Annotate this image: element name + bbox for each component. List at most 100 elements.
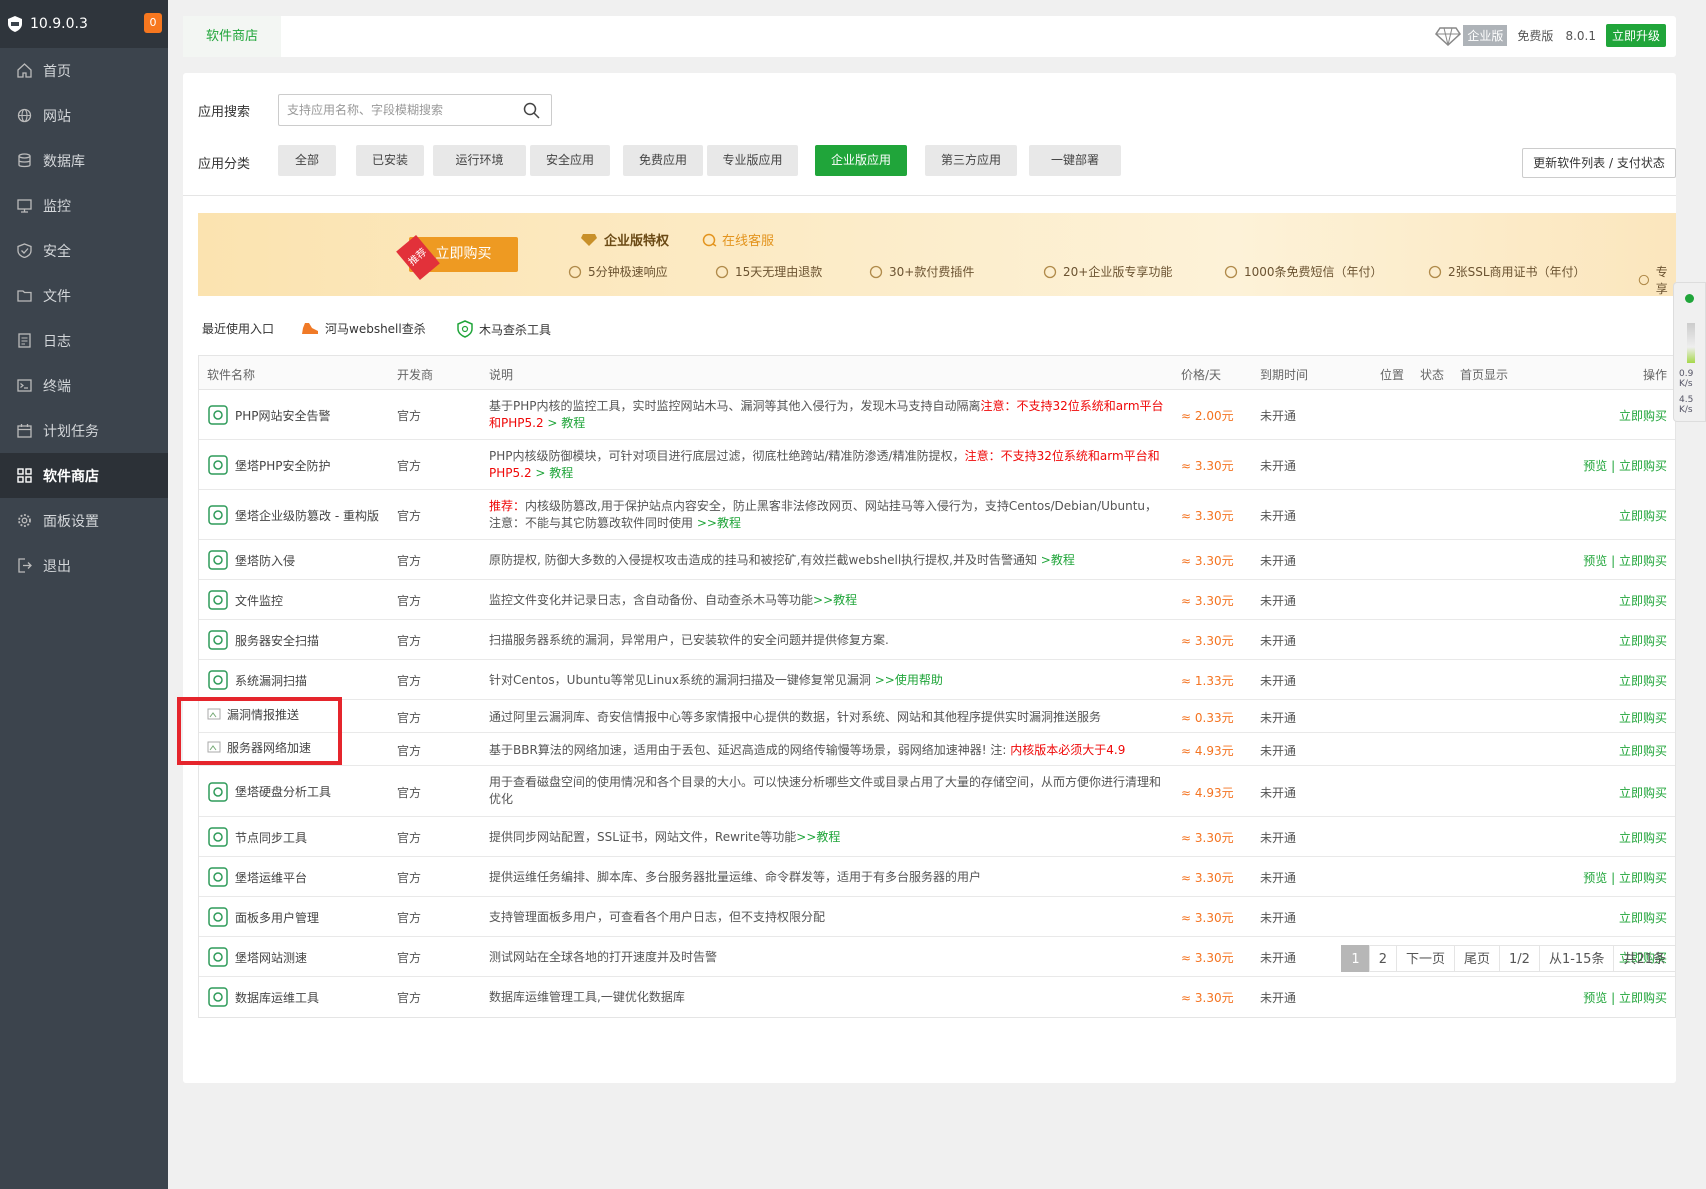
tab-software-store[interactable]: 软件商店 xyxy=(183,16,281,57)
preview-link[interactable]: 预览 | xyxy=(1583,871,1619,885)
pager-item[interactable]: 下一页 xyxy=(1395,945,1455,972)
sidebar-item-1[interactable]: 网站 xyxy=(0,93,168,138)
recent-item-trojan[interactable]: 木马查杀工具 xyxy=(457,320,551,338)
buy-now-link[interactable]: 立即购买 xyxy=(1619,509,1667,523)
buy-now-link[interactable]: 立即购买 xyxy=(1619,409,1667,423)
sidebar-item-4[interactable]: 安全 xyxy=(0,228,168,273)
desc-tutorial-link[interactable]: > 教程 xyxy=(544,416,585,430)
app-name-label: 堡塔PHP安全防护 xyxy=(235,458,331,473)
app-name-label: 面板多用户管理 xyxy=(235,910,320,925)
app-name[interactable]: 堡塔企业级防篡改 - 重构版 xyxy=(207,504,379,526)
app-developer: 官方 xyxy=(397,594,422,608)
app-name[interactable]: 堡塔网站测速 xyxy=(207,946,307,968)
pager-item[interactable]: 2 xyxy=(1368,945,1397,972)
desc-text: 基于PHP内核的监控工具，实时监控网站木马、漏洞等其他入侵行为，发现木马支持自动… xyxy=(489,399,981,413)
sidebar-item-9[interactable]: 软件商店 xyxy=(0,453,168,498)
buy-now-link[interactable]: 立即购买 xyxy=(1619,554,1667,568)
sidebar-item-6[interactable]: 日志 xyxy=(0,318,168,363)
refresh-list-button[interactable]: 更新软件列表 / 支付状态 xyxy=(1522,148,1676,178)
category-tab-0[interactable]: 全部 xyxy=(278,145,336,176)
app-name-label: PHP网站安全告警 xyxy=(235,408,331,423)
buy-now-link[interactable]: 立即购买 xyxy=(1619,786,1667,800)
buy-now-link[interactable]: 立即购买 xyxy=(1619,991,1667,1005)
pager-item[interactable]: 1 xyxy=(1341,945,1370,972)
buy-now-link[interactable]: 立即购买 xyxy=(1619,911,1667,925)
category-tab-1[interactable]: 已安装 xyxy=(356,145,424,176)
app-developer: 官方 xyxy=(397,951,422,965)
recent-item-webshell[interactable]: 河马webshell查杀 xyxy=(301,320,426,337)
search-icon[interactable] xyxy=(523,102,540,119)
app-name[interactable]: 节点同步工具 xyxy=(207,826,307,848)
desc-tutorial-link[interactable]: >>教程 xyxy=(796,830,840,844)
upgrade-button[interactable]: 立即升级 xyxy=(1605,24,1666,47)
search-input[interactable]: 支持应用名称、字段模糊搜索 xyxy=(278,94,552,126)
app-developer: 官方 xyxy=(397,674,422,688)
category-tab-7[interactable]: 第三方应用 xyxy=(925,145,1017,176)
app-name[interactable]: 数据库运维工具 xyxy=(207,986,319,1008)
app-name[interactable]: 文件监控 xyxy=(207,589,283,611)
buy-now-link[interactable]: 立即购买 xyxy=(1619,674,1667,688)
app-name[interactable]: 堡塔运维平台 xyxy=(207,866,307,888)
table-row: 系统漏洞扫描 官方 针对Centos，Ubuntu等常见Linux系统的漏洞扫描及一… xyxy=(199,660,1675,700)
category-tab-5[interactable]: 专业版应用 xyxy=(707,145,798,176)
buy-now-button[interactable]: 推荐 立即购买 xyxy=(396,234,518,281)
recommend-badge: 推荐 xyxy=(396,234,440,281)
app-name[interactable]: 堡塔PHP安全防护 xyxy=(207,454,331,476)
preview-link[interactable]: 预览 | xyxy=(1583,991,1619,1005)
app-name[interactable]: 系统漏洞扫描 xyxy=(207,669,307,691)
app-actions: 预览 | 立即购买 xyxy=(1583,869,1667,886)
buy-now-link[interactable]: 立即购买 xyxy=(1619,711,1667,725)
col-price[interactable]: 价格/天 xyxy=(1181,366,1221,383)
preview-link[interactable]: 预览 | xyxy=(1583,459,1619,473)
sidebar-item-2[interactable]: 数据库 xyxy=(0,138,168,183)
app-name[interactable]: 堡塔防入侵 xyxy=(207,549,295,571)
app-price: ≈ 3.30元 xyxy=(1181,831,1234,845)
desc-text: 监控文件变化并记录日志，含自动备份、自动查杀木马等功能 xyxy=(489,593,814,607)
app-name[interactable]: 堡塔硬盘分析工具 xyxy=(207,781,331,803)
plugin-icon xyxy=(869,265,883,278)
desc-tutorial-link[interactable]: >>使用帮助 xyxy=(875,673,943,687)
category-tab-2[interactable]: 运行环境 xyxy=(433,145,526,176)
buy-now-link[interactable]: 立即购买 xyxy=(1619,594,1667,608)
app-name[interactable]: 服务器安全扫描 xyxy=(207,629,319,651)
buy-now-link[interactable]: 立即购买 xyxy=(1619,744,1667,758)
pagination: 1 2 下一页 尾页 1/2 从1-15条 共21条 xyxy=(1341,945,1676,972)
app-developer: 官方 xyxy=(397,409,422,423)
app-expire: 未开通 xyxy=(1260,554,1297,568)
preview-link[interactable]: 预览 | xyxy=(1583,554,1619,568)
app-name[interactable]: 面板多用户管理 xyxy=(207,906,319,928)
buy-now-link[interactable]: 立即购买 xyxy=(1619,831,1667,845)
desc-tutorial-link[interactable]: > 教程 xyxy=(532,466,573,480)
category-tab-3[interactable]: 安全应用 xyxy=(530,145,610,176)
app-name[interactable]: PHP网站安全告警 xyxy=(207,404,331,426)
col-name: 软件名称 xyxy=(207,368,256,382)
buy-now-link[interactable]: 立即购买 xyxy=(1619,871,1667,885)
sidebar-item-label: 终端 xyxy=(43,378,71,395)
feature-label: 5分钟极速响应 xyxy=(588,265,668,279)
app-developer: 官方 xyxy=(397,509,422,523)
desc-text: 针对Centos，Ubuntu等常见Linux系统的漏洞扫描及一键修复常见漏洞 xyxy=(489,673,875,687)
sidebar-item-11[interactable]: 退出 xyxy=(0,543,168,588)
sidebar-item-7[interactable]: 终端 xyxy=(0,363,168,408)
buy-now-link[interactable]: 立即购买 xyxy=(1619,634,1667,648)
category-tab-6[interactable]: 企业版应用 xyxy=(815,145,907,176)
app-actions: 立即购买 xyxy=(1619,784,1667,801)
app-description: 提供运维任务编排、脚本库、多台服务器批量运维、命令群发等，适用于有多台服务器的用… xyxy=(489,869,1169,886)
desc-tutorial-link[interactable]: >教程 xyxy=(1037,553,1075,567)
buy-now-link[interactable]: 立即购买 xyxy=(1619,459,1667,473)
network-speed-widget[interactable]: 0.9 K/s 4.5 K/s xyxy=(1673,282,1706,422)
col-dev: 开发商 xyxy=(397,368,434,382)
notification-badge[interactable]: 0 xyxy=(144,13,162,33)
online-service-link[interactable]: 在线客服 xyxy=(702,230,774,249)
sidebar-item-3[interactable]: 监控 xyxy=(0,183,168,228)
category-tab-4[interactable]: 免费应用 xyxy=(623,145,703,176)
sidebar-item-8[interactable]: 计划任务 xyxy=(0,408,168,453)
pager-item[interactable]: 尾页 xyxy=(1454,945,1501,972)
desc-tutorial-link[interactable]: >>教程 xyxy=(813,593,857,607)
sidebar-item-5[interactable]: 文件 xyxy=(0,273,168,318)
tamper-icon xyxy=(208,505,228,525)
desc-tutorial-link[interactable]: >>教程 xyxy=(693,516,741,530)
category-tab-8[interactable]: 一键部署 xyxy=(1029,145,1121,176)
sidebar-item-0[interactable]: 首页 xyxy=(0,48,168,93)
sidebar-item-10[interactable]: 面板设置 xyxy=(0,498,168,543)
